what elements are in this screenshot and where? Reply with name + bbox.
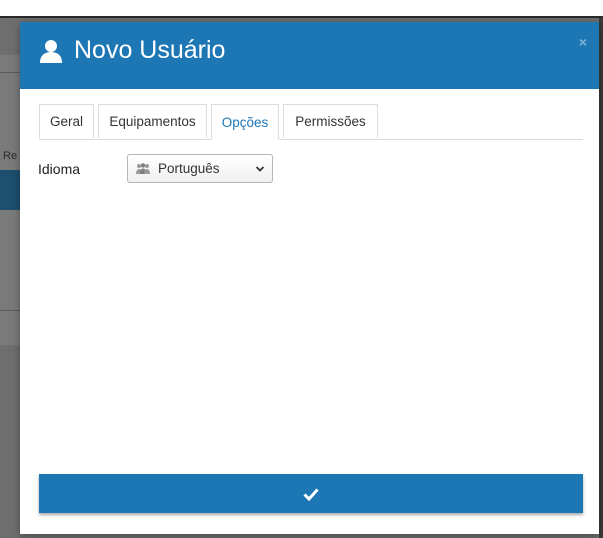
tab-permissoes[interactable]: Permissões xyxy=(283,104,378,138)
background-right-strip xyxy=(599,18,603,538)
page-top-bar xyxy=(0,0,603,18)
new-user-modal: Novo Usuário × Geral Equipamentos Opções… xyxy=(20,22,599,534)
screen: Re Novo Usuário × Geral Equipamentos Opç… xyxy=(0,0,603,538)
tab-equipamentos[interactable]: Equipamentos xyxy=(98,104,207,138)
tab-geral[interactable]: Geral xyxy=(39,104,94,138)
modal-title: Novo Usuário xyxy=(38,36,225,65)
close-button[interactable]: × xyxy=(579,34,587,50)
user-icon xyxy=(40,39,62,63)
tab-bar: Geral Equipamentos Opções Permissões xyxy=(39,104,583,140)
language-select-value: Português xyxy=(158,161,220,176)
language-select[interactable]: Português xyxy=(127,154,273,183)
background-partial-text: Re xyxy=(3,150,18,162)
check-icon xyxy=(303,487,319,501)
modal-header: Novo Usuário × xyxy=(20,22,599,89)
background-highlight xyxy=(0,170,22,210)
confirm-button[interactable] xyxy=(39,474,583,513)
modal-title-text: Novo Usuário xyxy=(74,36,226,64)
language-label: Idioma xyxy=(38,161,81,177)
chevron-down-icon xyxy=(255,166,265,172)
people-icon xyxy=(136,162,150,174)
tab-opcoes[interactable]: Opções xyxy=(211,104,279,140)
